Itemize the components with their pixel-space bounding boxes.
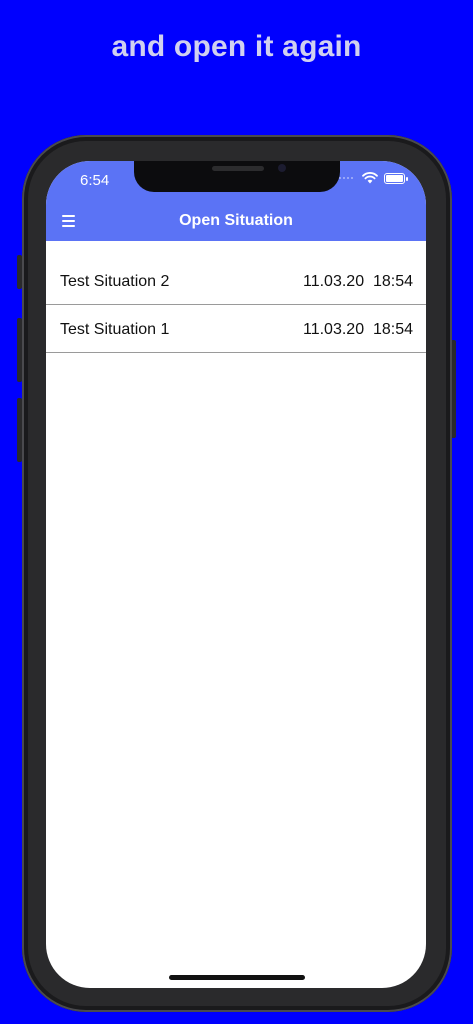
home-indicator[interactable] [169, 975, 305, 980]
navigation-bar: Open Situation [46, 201, 426, 241]
situation-list: Test Situation 2 11.03.20 18:54 Test Sit… [46, 257, 426, 353]
status-bar: 6:54 [46, 161, 426, 201]
phone-screen: 6:54 Open Situation Test Situation 2 11.… [46, 161, 426, 988]
situation-name: Test Situation 1 [60, 321, 170, 338]
front-camera-icon [278, 164, 286, 172]
situation-date: 11.03.20 [303, 273, 365, 290]
page-title: Open Situation [179, 212, 293, 229]
cellular-signal-icon [339, 177, 353, 179]
battery-icon [384, 173, 408, 184]
speaker-grille [212, 166, 264, 171]
caption-text: and open it again [111, 30, 362, 63]
situation-time: 18:54 [373, 273, 414, 290]
notch [134, 161, 340, 192]
situation-row[interactable]: Test Situation 2 11.03.20 18:54 [46, 257, 426, 305]
situation-time: 18:54 [373, 321, 414, 338]
wifi-icon [362, 172, 378, 184]
situation-name: Test Situation 2 [60, 273, 170, 290]
status-time: 6:54 [80, 172, 110, 189]
situation-row[interactable]: Test Situation 1 11.03.20 18:54 [46, 305, 426, 353]
situation-date: 11.03.20 [303, 321, 365, 338]
